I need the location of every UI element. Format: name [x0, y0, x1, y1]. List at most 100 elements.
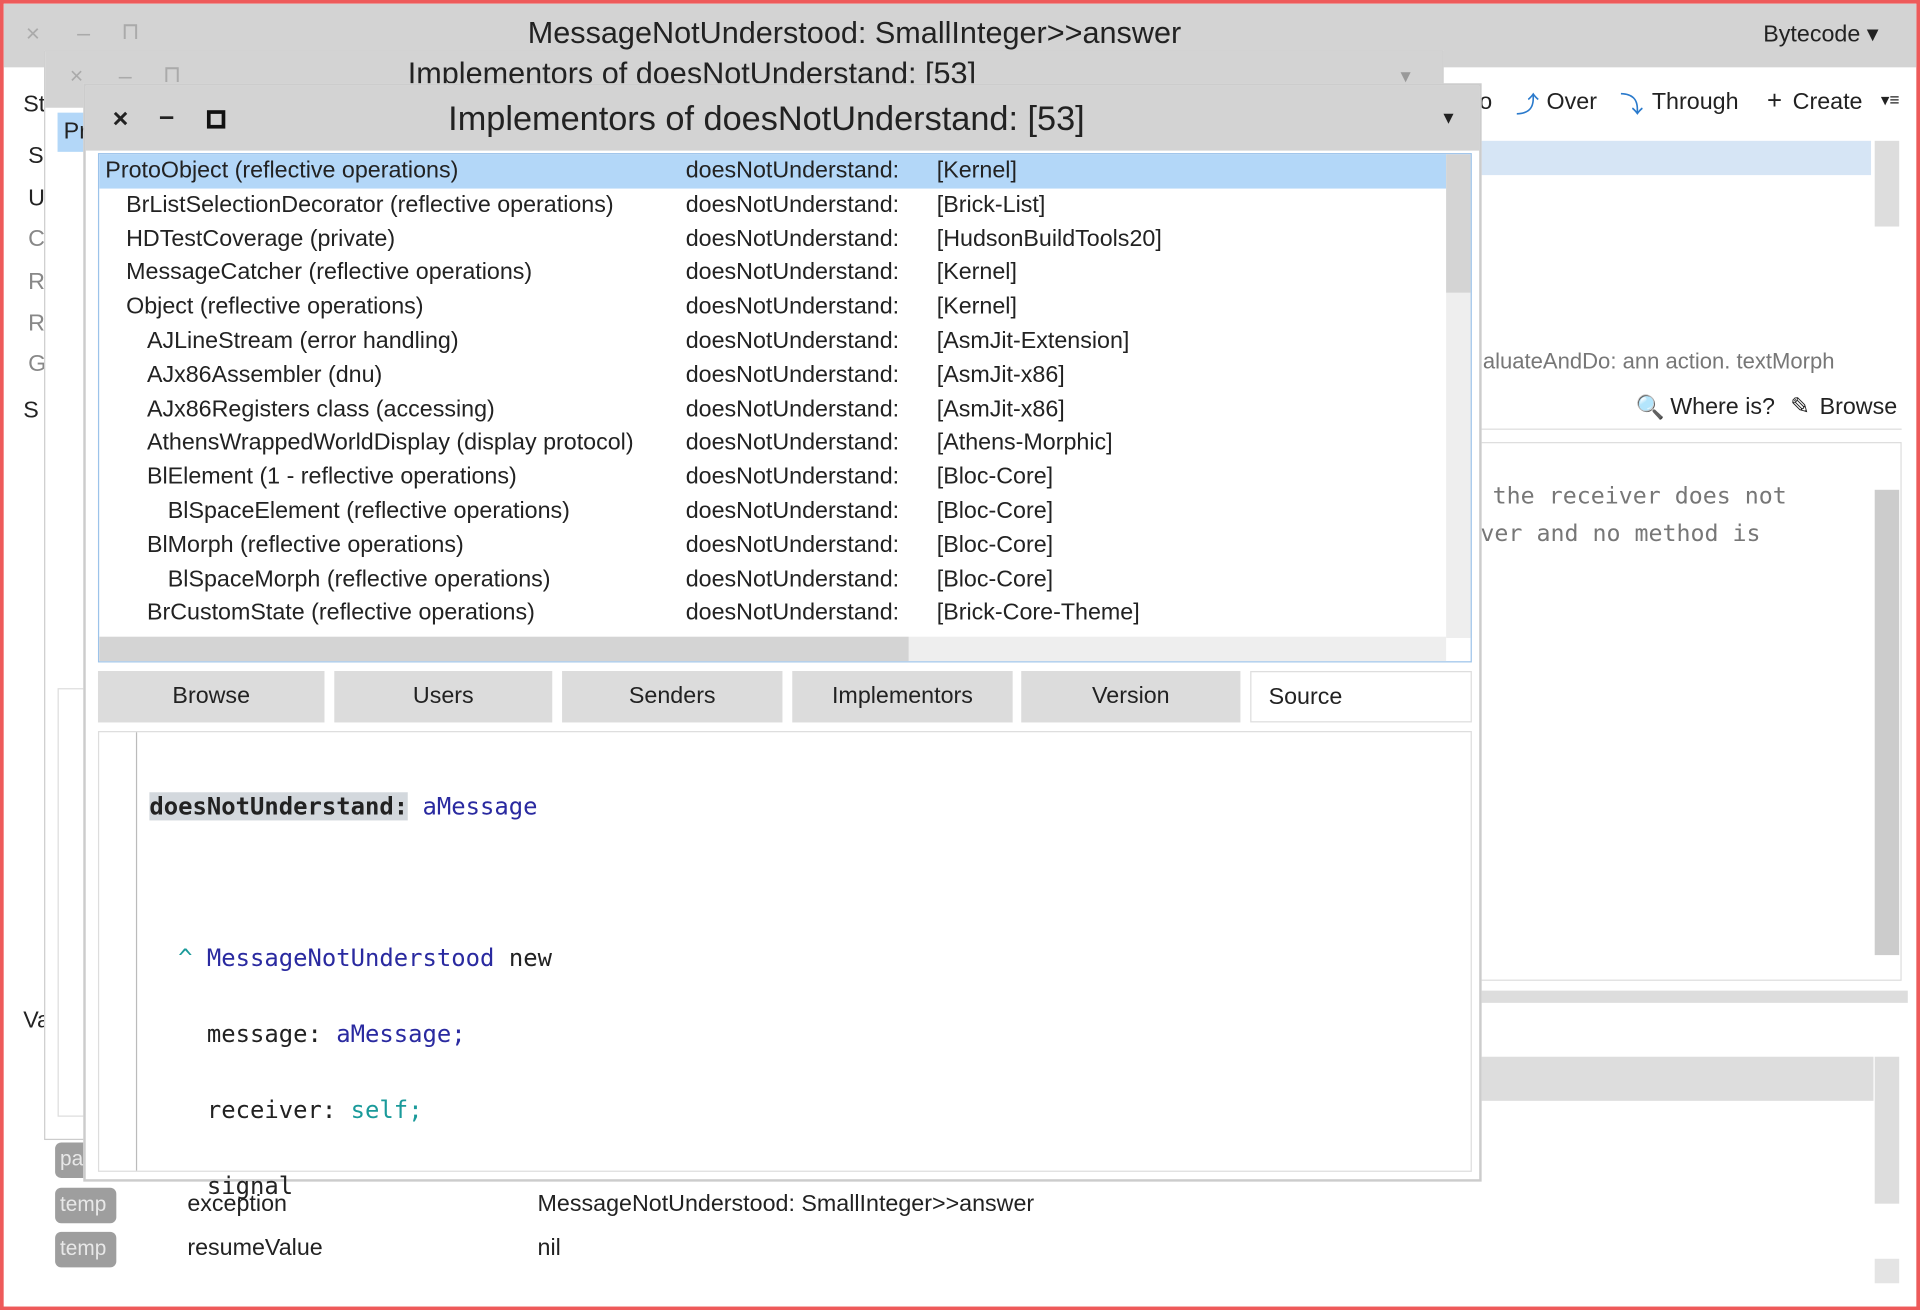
source-toolbar: 🔍 Where is? ✎ Browse: [1479, 386, 1902, 430]
class-cell: BlElement (1 - reflective operations): [146, 464, 517, 491]
stack-selection: [1479, 140, 1872, 176]
class-cell: BrCustomState (reflective operations): [146, 600, 535, 627]
implementor-row[interactable]: BlMorph (reflective operations) doesNotUn…: [99, 529, 1446, 563]
left-label: R: [28, 269, 45, 296]
list-vertical-scrollbar[interactable]: [1446, 154, 1471, 638]
implementor-row[interactable]: AJx86Assembler (dnu) doesNotUnderstand: [A…: [99, 359, 1446, 393]
back-window-title: MessageNotUnderstood: SmallInteger>>answ…: [527, 15, 1182, 51]
implementor-row[interactable]: HDTestCoverage (private) doesNotUnderstan…: [99, 222, 1446, 256]
class-cell: ProtoObject (reflective operations): [105, 157, 459, 184]
comment-line: ver and no method is: [1480, 520, 1761, 548]
implementor-row[interactable]: Object (reflective operations) doesNotUnd…: [99, 290, 1446, 324]
selector-cell: doesNotUnderstand:: [685, 532, 900, 559]
minimize-icon[interactable]: –: [159, 100, 174, 132]
selector-cell: doesNotUnderstand:: [685, 396, 900, 422]
implementor-row[interactable]: BrListSelectionDecorator (reflective ope…: [99, 188, 1446, 222]
left-label: S: [28, 143, 44, 169]
plus-icon: +: [1766, 86, 1782, 116]
package-cell: [Athens-Morphic]: [936, 430, 1113, 456]
through-icon: ⤵: [1620, 93, 1644, 119]
implementor-row[interactable]: AJx86Registers class (accessing) doesNotU…: [99, 393, 1446, 427]
where-is-button[interactable]: Where is?: [1670, 394, 1775, 421]
back-maximize-icon[interactable]: ⊓: [121, 18, 139, 46]
implementor-row[interactable]: AthensWrappedWorldDisplay (display proto…: [99, 427, 1446, 461]
back-close-icon[interactable]: ×: [26, 21, 40, 49]
scrollbar-thumb[interactable]: [99, 636, 909, 662]
middle-close-icon[interactable]: ×: [70, 64, 84, 91]
variable-badge: temp: [55, 1231, 117, 1268]
code-keyword: receiver:: [206, 1095, 337, 1125]
over-button[interactable]: Over: [1547, 89, 1597, 116]
code-value: aMessage;: [336, 1020, 466, 1049]
code-value: self;: [350, 1095, 423, 1125]
browse-button[interactable]: Browse: [1820, 394, 1898, 421]
implementor-row[interactable]: BrCustomState (reflective operations) doe…: [99, 597, 1446, 631]
button-senders[interactable]: Senders: [562, 671, 783, 723]
button-source[interactable]: Source: [1250, 671, 1472, 723]
create-button[interactable]: Create: [1793, 89, 1863, 116]
stack-scrollbar[interactable]: [1874, 140, 1900, 227]
list-horizontal-scrollbar[interactable]: [99, 636, 1447, 662]
variable-value[interactable]: MessageNotUnderstood: SmallInteger>>answ…: [538, 1191, 1035, 1218]
variables-scrollbar[interactable]: [1874, 1056, 1900, 1204]
implementor-row[interactable]: MessageCatcher (reflective operations) do…: [99, 256, 1446, 290]
screen: × – ⊓ MessageNotUnderstood: SmallInteger…: [0, 0, 1920, 1310]
button-version[interactable]: Version: [1021, 671, 1241, 723]
bytecode-dropdown[interactable]: Bytecode ▾: [1763, 21, 1878, 49]
code-keyword: message:: [206, 1020, 322, 1049]
code-text: doesNotUnderstand: aMessage ^ MessageNot…: [149, 749, 552, 1280]
package-cell: [Bloc-Core]: [936, 464, 1054, 491]
left-label: C: [28, 226, 45, 253]
package-cell: [Bloc-Core]: [936, 498, 1054, 525]
class-cell: AJx86Assembler (dnu): [146, 362, 383, 388]
code-selector: doesNotUnderstand:: [149, 792, 409, 821]
implementor-row[interactable]: AJLineStream (error handling) doesNotUnde…: [99, 324, 1446, 358]
code-arg: aMessage: [422, 792, 538, 821]
class-cell: Object (reflective operations): [126, 294, 424, 320]
pane-splitter[interactable]: [1479, 990, 1908, 1003]
back-source-pane[interactable]: the receiver does not ver and no method …: [1479, 442, 1902, 981]
button-browse[interactable]: Browse: [97, 671, 325, 723]
selector-cell: doesNotUnderstand:: [685, 566, 900, 593]
implementor-row[interactable]: BlSpaceElement (reflective operations) do…: [99, 495, 1446, 529]
search-icon: 🔍: [1635, 395, 1665, 422]
implementor-row[interactable]: ProtoObject (reflective operations) doesN…: [99, 154, 1447, 189]
pencil-icon: ✎: [1790, 394, 1810, 421]
button-users[interactable]: Users: [334, 671, 553, 723]
maximize-icon[interactable]: [206, 110, 226, 129]
selector-cell: doesNotUnderstand:: [685, 260, 900, 286]
code-class: MessageNotUnderstood: [206, 944, 495, 973]
implementors-list[interactable]: BrCustomState (reflective operations) doe…: [97, 153, 1472, 663]
left-label: St: [23, 91, 46, 118]
selector-cell: doesNotUnderstand:: [685, 600, 900, 627]
button-implementors[interactable]: Implementors: [792, 671, 1013, 723]
left-label: R: [28, 311, 45, 337]
implementor-row[interactable]: BlSpaceMorph (reflective operations) does…: [99, 563, 1446, 597]
scrollbar-thumb[interactable]: [1446, 154, 1471, 293]
class-cell: BlMorph (reflective operations): [146, 532, 464, 559]
code-caret: ^: [178, 944, 193, 973]
source-code-pane[interactable]: doesNotUnderstand: aMessage ^ MessageNot…: [97, 731, 1472, 1200]
variable-badge: temp: [55, 1187, 117, 1224]
window-menu-icon[interactable]: ▼: [1440, 108, 1457, 128]
code-new: new: [508, 944, 552, 973]
package-cell: [AsmJit-x86]: [936, 396, 1065, 422]
source-scrollbar[interactable]: [1874, 489, 1900, 956]
package-cell: [Bloc-Core]: [936, 532, 1054, 559]
selector-cell: doesNotUnderstand:: [685, 464, 900, 491]
selector-cell: doesNotUnderstand:: [685, 430, 900, 456]
gutter-divider: [135, 732, 138, 1171]
debugger-toolbar: o ⤴ Over ⤵ Through + Create ▾≡: [1479, 86, 1916, 124]
package-cell: [Kernel]: [936, 157, 1017, 184]
menu-icon[interactable]: ▾≡: [1881, 89, 1900, 110]
selector-cell: doesNotUnderstand:: [685, 226, 900, 252]
back-minimize-icon[interactable]: –: [77, 21, 90, 48]
scroll-corner: [1874, 1258, 1900, 1284]
through-button[interactable]: Through: [1652, 89, 1739, 116]
package-cell: [Kernel]: [936, 294, 1017, 320]
code-signal: signal: [206, 1171, 294, 1201]
selector-cell: doesNotUnderstand:: [685, 294, 900, 320]
close-icon[interactable]: ×: [113, 103, 129, 135]
implementor-row[interactable]: BlElement (1 - reflective operations) doe…: [99, 461, 1446, 495]
bytecode-label: Bytecode: [1763, 22, 1861, 48]
